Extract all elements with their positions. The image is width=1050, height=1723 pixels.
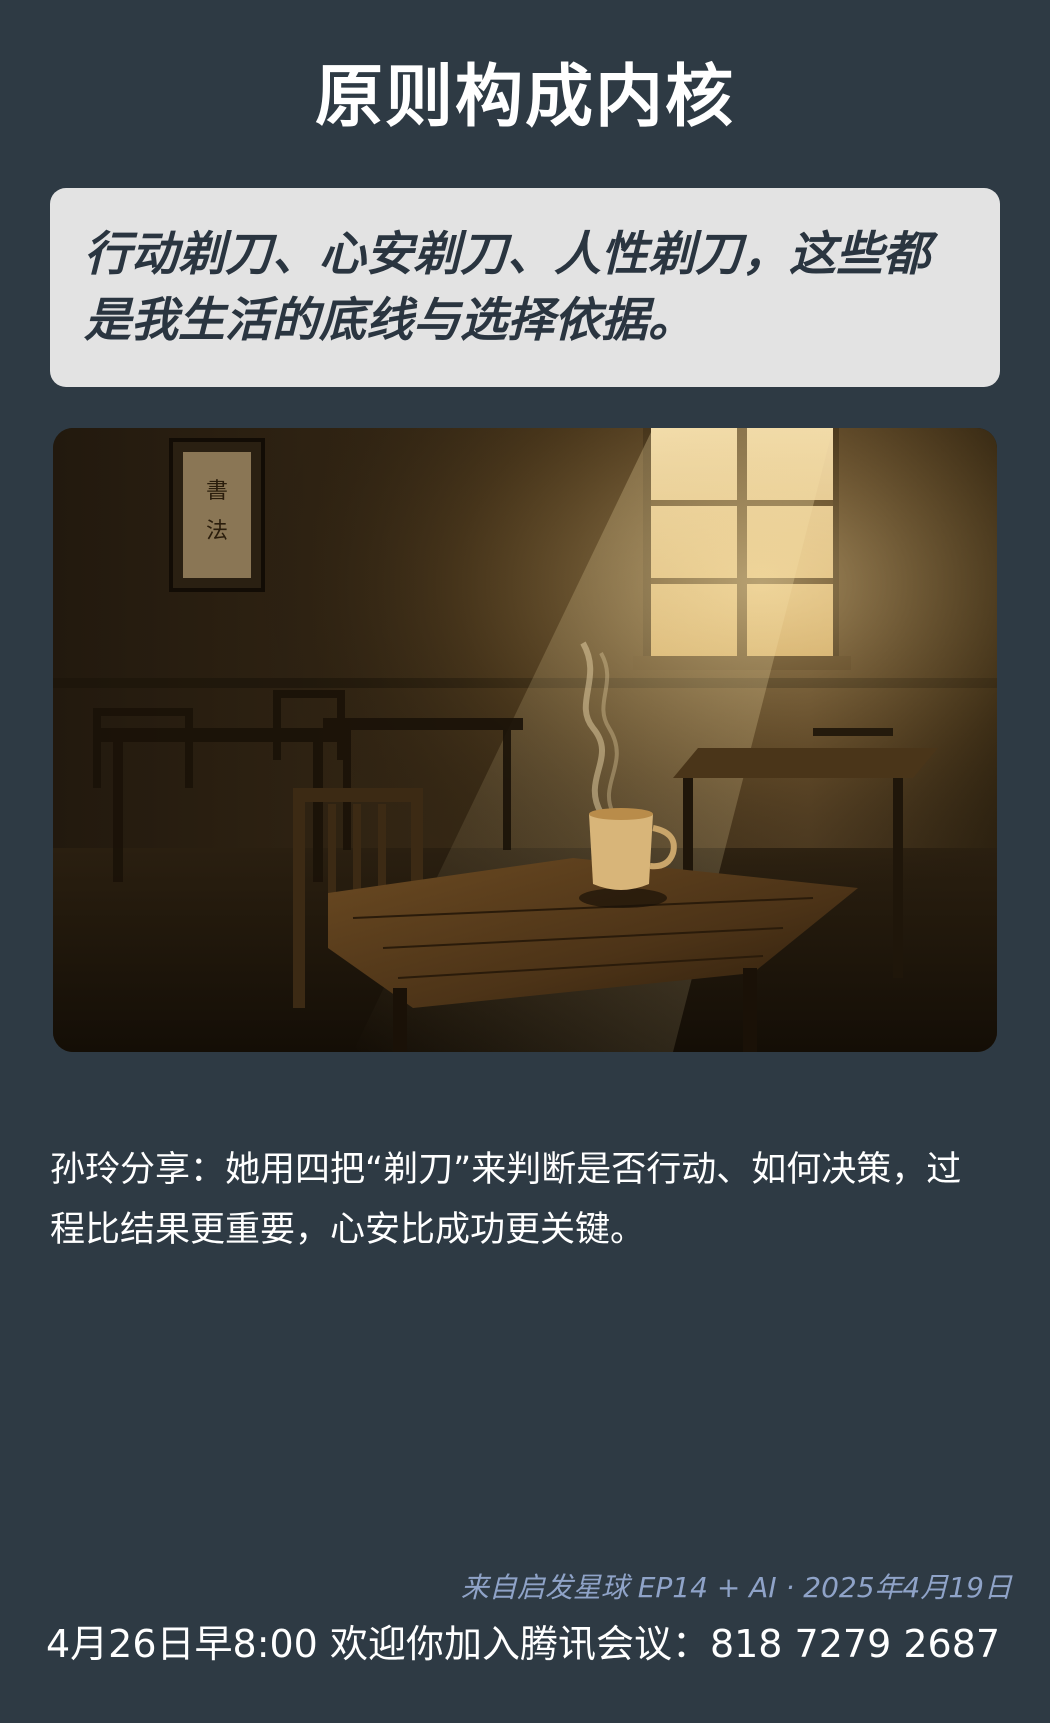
page-title: 原则构成内核 [314,58,735,137]
source-credit: 来自启发星球 EP14 + AI · 2025年4月19日 [460,1571,1012,1604]
quote-box: 行动剃刀、心安剃刀、人性剃刀，这些都是我生活的底线与选择依据。 [50,188,1000,387]
meeting-info: 4月26日早8:00 欢迎你加入腾讯会议：818 7279 2687 [46,1622,1001,1666]
poster-card: 原则构成内核 行动剃刀、心安剃刀、人性剃刀，这些都是我生活的底线与选择依据。 孙… [0,0,1050,1723]
quote-text: 行动剃刀、心安剃刀、人性剃刀，这些都是我生活的底线与选择依据。 [84,227,930,348]
caption-text: 孙玲分享：她用四把“剃刀”来判断是否行动、如何决策，过程比结果更重要，心安比成功… [50,1150,962,1250]
cafe-window-coffee-image: 書 法 [53,428,997,1052]
